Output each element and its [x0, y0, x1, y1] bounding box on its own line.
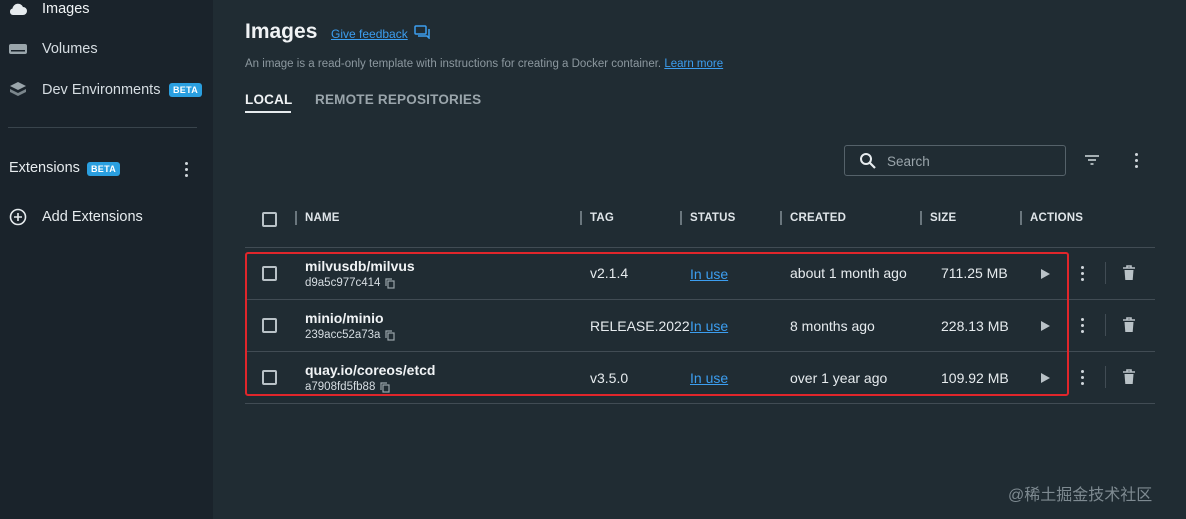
tab-local[interactable]: LOCAL [245, 92, 293, 107]
image-id: d9a5c977c414 [305, 277, 396, 289]
table-divider [245, 351, 1155, 352]
image-size: 109.92 MB [941, 370, 1009, 386]
more-options-icon[interactable] [1130, 151, 1142, 169]
select-all-checkbox[interactable] [262, 212, 277, 227]
page-description: An image is a read-only template with in… [245, 58, 723, 70]
column-separator [780, 211, 782, 225]
table-divider [245, 299, 1155, 300]
image-id: 239acc52a73a [305, 329, 396, 341]
image-id-text: a7908fd5fb88 [305, 381, 376, 393]
trash-icon[interactable] [1122, 265, 1136, 281]
extensions-more-icon[interactable] [180, 160, 192, 178]
image-name: quay.io/coreos/etcd [305, 362, 436, 378]
feedback-icon [413, 25, 430, 42]
row-more-icon[interactable] [1077, 316, 1087, 334]
image-created: about 1 month ago [790, 265, 907, 281]
image-tag: v2.1.4 [590, 265, 629, 281]
cloud-icon [7, 0, 29, 20]
beta-badge: BETA [87, 162, 121, 176]
column-separator [1020, 211, 1022, 225]
copy-icon[interactable] [385, 277, 396, 289]
trash-icon[interactable] [1122, 317, 1136, 333]
action-separator [1105, 366, 1106, 388]
page-title: Images [245, 20, 318, 43]
plus-circle-icon [7, 206, 29, 228]
hard-drive-icon [7, 38, 29, 60]
filter-icon[interactable] [1083, 152, 1101, 168]
add-extensions-label: Add Extensions [42, 209, 143, 225]
image-size: 711.25 MB [941, 265, 1008, 281]
column-separator [680, 211, 682, 225]
status-link[interactable]: In use [690, 370, 728, 386]
give-feedback-label: Give feedback [331, 26, 408, 41]
sidebar-item-dev-environments[interactable]: Dev Environments BETA [0, 73, 213, 107]
description-text: An image is a read-only template with in… [245, 58, 662, 70]
table-divider [245, 247, 1155, 248]
column-separator [295, 211, 297, 225]
watermark: @稀土掘金技术社区 [1008, 487, 1153, 504]
action-separator [1105, 314, 1106, 336]
column-header-tag[interactable]: TAG [590, 212, 614, 224]
image-name: minio/minio [305, 310, 384, 326]
copy-icon[interactable] [385, 329, 396, 341]
sidebar-divider [8, 127, 197, 128]
row-checkbox[interactable] [262, 318, 277, 333]
sidebar: Images Volumes Dev Environments BETA Ext… [0, 0, 213, 519]
column-header-name[interactable]: NAME [305, 212, 340, 224]
sidebar-item-label: Dev Environments [42, 82, 161, 98]
image-created: over 1 year ago [790, 370, 888, 386]
image-created: 8 months ago [790, 318, 875, 334]
give-feedback-link[interactable]: Give feedback [331, 25, 430, 42]
run-icon[interactable] [1039, 320, 1051, 332]
image-id-text: 239acc52a73a [305, 329, 381, 341]
run-icon[interactable] [1039, 372, 1051, 384]
column-separator [920, 211, 922, 225]
copy-icon[interactable] [380, 381, 390, 393]
action-separator [1105, 262, 1106, 284]
column-header-actions: ACTIONS [1030, 212, 1084, 224]
row-checkbox[interactable] [262, 370, 277, 385]
add-extensions-button[interactable]: Add Extensions [0, 200, 213, 234]
beta-badge: BETA [169, 83, 203, 97]
row-more-icon[interactable] [1077, 368, 1087, 386]
extensions-label: Extensions [9, 160, 80, 176]
status-link[interactable]: In use [690, 318, 728, 334]
image-id-text: d9a5c977c414 [305, 277, 381, 289]
column-header-created[interactable]: CREATED [790, 212, 846, 224]
sidebar-item-label: Volumes [42, 41, 98, 57]
run-icon[interactable] [1039, 268, 1051, 280]
search-icon [859, 152, 877, 170]
search-box[interactable] [844, 145, 1066, 176]
row-checkbox[interactable] [262, 266, 277, 281]
column-header-status[interactable]: STATUS [690, 212, 736, 224]
table-divider [245, 403, 1155, 404]
cube-stack-icon [7, 79, 29, 101]
image-size: 228.13 MB [941, 318, 1009, 334]
sidebar-item-volumes[interactable]: Volumes [0, 32, 213, 66]
status-link[interactable]: In use [690, 266, 728, 282]
sidebar-item-images[interactable]: Images [0, 0, 213, 26]
column-header-size[interactable]: SIZE [930, 212, 956, 224]
learn-more-link[interactable]: Learn more [664, 58, 723, 70]
image-name: milvusdb/milvus [305, 258, 415, 274]
tab-remote-repositories[interactable]: REMOTE REPOSITORIES [315, 92, 481, 107]
image-tag: v3.5.0 [590, 370, 629, 386]
row-more-icon[interactable] [1077, 264, 1087, 282]
active-tab-indicator [245, 111, 291, 113]
trash-icon[interactable] [1122, 369, 1136, 385]
sidebar-item-label: Images [42, 1, 90, 17]
search-input[interactable] [887, 152, 1057, 170]
image-tag: RELEASE.2022 [590, 318, 690, 334]
column-separator [580, 211, 582, 225]
image-id: a7908fd5fb88 [305, 381, 390, 393]
